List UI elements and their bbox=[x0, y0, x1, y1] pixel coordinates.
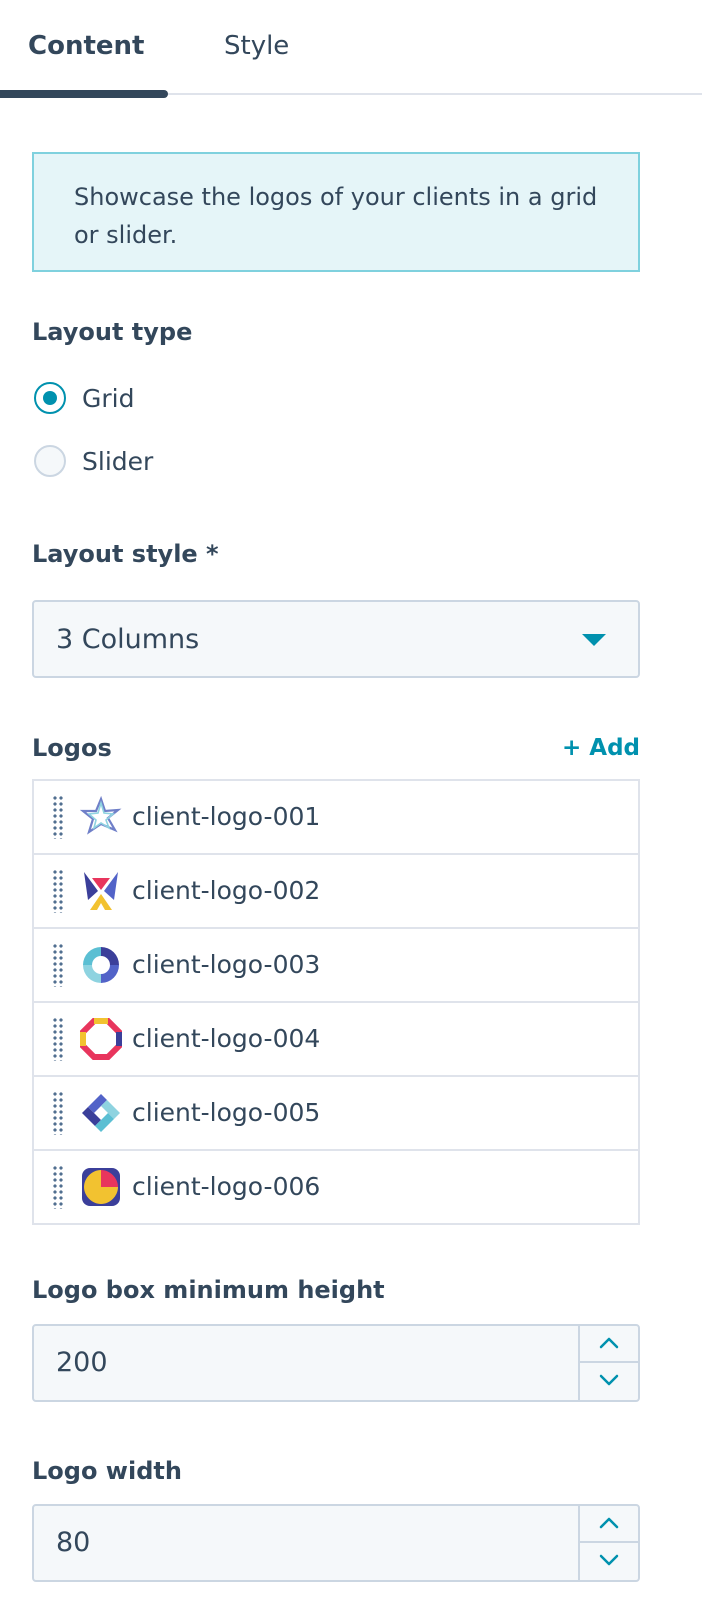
drag-handle-icon[interactable] bbox=[52, 1165, 64, 1209]
logo-box-min-height-input[interactable] bbox=[56, 1346, 556, 1380]
radio-slider-label: Slider bbox=[82, 446, 154, 476]
logo-name: client-logo-003 bbox=[132, 950, 321, 979]
logo-width-input[interactable] bbox=[56, 1526, 556, 1560]
quatrefoil-logo-icon bbox=[82, 1168, 120, 1206]
logo-width-label: Logo width bbox=[32, 1457, 182, 1485]
add-logo-button[interactable]: + Add bbox=[562, 733, 640, 763]
list-item[interactable]: client-logo-005 bbox=[34, 1077, 638, 1151]
logo-width-field[interactable] bbox=[32, 1504, 640, 1582]
drag-handle-icon[interactable] bbox=[52, 1017, 64, 1061]
tab-content[interactable]: Content bbox=[28, 30, 144, 62]
drag-handle-icon[interactable] bbox=[52, 1091, 64, 1135]
radio-slider[interactable]: Slider bbox=[34, 444, 153, 478]
chevron-down-icon bbox=[599, 1374, 619, 1386]
list-item[interactable]: client-logo-006 bbox=[34, 1151, 638, 1225]
decrement-button[interactable] bbox=[580, 1543, 638, 1580]
drag-handle-icon[interactable] bbox=[52, 795, 64, 839]
logo-name: client-logo-001 bbox=[132, 802, 321, 831]
layout-type-label: Layout type bbox=[32, 318, 193, 346]
x-mark-logo-icon bbox=[84, 872, 118, 910]
drag-handle-icon[interactable] bbox=[52, 869, 64, 913]
diamond-chevrons-logo-icon bbox=[82, 1094, 120, 1132]
logos-label: Logos bbox=[32, 734, 112, 762]
list-item[interactable]: client-logo-004 bbox=[34, 1003, 638, 1077]
module-description: Showcase the logos of your clients in a … bbox=[32, 152, 640, 272]
tab-style[interactable]: Style bbox=[224, 30, 289, 62]
increment-button[interactable] bbox=[580, 1506, 638, 1543]
quantity-stepper bbox=[578, 1506, 638, 1580]
list-item[interactable]: client-logo-003 bbox=[34, 929, 638, 1003]
radio-button-unchecked[interactable] bbox=[34, 445, 66, 477]
list-item[interactable]: client-logo-002 bbox=[34, 855, 638, 929]
decrement-button[interactable] bbox=[580, 1363, 638, 1400]
chevron-down-icon bbox=[599, 1554, 619, 1566]
radio-button-checked[interactable] bbox=[34, 382, 66, 414]
chevron-up-icon bbox=[599, 1337, 619, 1349]
octagon-ring-logo-icon bbox=[80, 1018, 122, 1060]
logo-box-min-height-field[interactable] bbox=[32, 1324, 640, 1402]
logo-name: client-logo-006 bbox=[132, 1172, 321, 1201]
radio-grid-label: Grid bbox=[82, 383, 135, 413]
logo-name: client-logo-004 bbox=[132, 1024, 321, 1053]
chevron-up-icon bbox=[599, 1517, 619, 1529]
logo-name: client-logo-005 bbox=[132, 1098, 321, 1127]
radio-grid[interactable]: Grid bbox=[34, 381, 134, 415]
tab-bar: Content Style bbox=[0, 0, 702, 98]
active-tab-indicator bbox=[0, 90, 168, 98]
list-item[interactable]: client-logo-001 bbox=[34, 781, 638, 855]
logo-name: client-logo-002 bbox=[132, 876, 321, 905]
increment-button[interactable] bbox=[580, 1326, 638, 1363]
ring-logo-icon bbox=[83, 947, 119, 983]
drag-handle-icon[interactable] bbox=[52, 943, 64, 987]
logo-list: client-logo-001 client-logo-002 client-l… bbox=[32, 779, 640, 1225]
caret-down-icon bbox=[582, 634, 606, 646]
layout-style-label: Layout style * bbox=[32, 540, 219, 568]
layout-style-value: 3 Columns bbox=[56, 624, 200, 655]
layout-style-select[interactable]: 3 Columns bbox=[32, 600, 640, 678]
star-outline-logo-icon bbox=[80, 796, 122, 835]
logo-box-min-height-label: Logo box minimum height bbox=[32, 1276, 385, 1304]
quantity-stepper bbox=[578, 1326, 638, 1400]
